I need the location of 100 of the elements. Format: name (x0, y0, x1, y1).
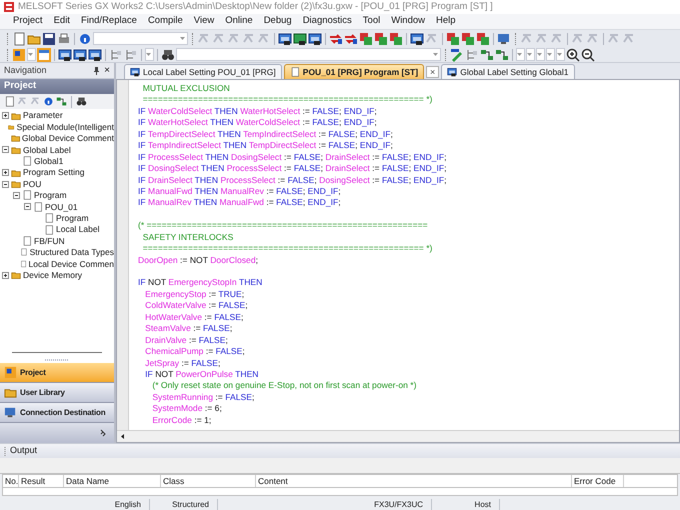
arrows-icon[interactable] (344, 32, 358, 46)
tree-item[interactable]: Global Device Comment (22, 134, 114, 143)
menu-item[interactable]: Compile (142, 14, 188, 29)
menu-item[interactable]: Help (431, 14, 461, 29)
dropdown-field[interactable] (546, 48, 555, 61)
doc-icon[interactable] (290, 67, 300, 77)
tree-item[interactable]: Special Module(Intelligent (16, 122, 114, 132)
dropdown-field[interactable] (145, 48, 154, 61)
diagram-icon[interactable] (495, 48, 509, 62)
monitor-icon[interactable] (4, 406, 17, 419)
dropdown-field[interactable] (516, 48, 525, 61)
dropdown-field[interactable] (556, 48, 565, 61)
dropdown-field[interactable] (93, 32, 188, 45)
stack-icon[interactable] (359, 32, 373, 46)
splitter-grip[interactable] (45, 359, 69, 362)
doc-icon[interactable] (12, 32, 26, 46)
column-header[interactable]: Error Code (572, 475, 624, 487)
column-header[interactable]: Result (19, 475, 64, 487)
tree-item[interactable]: Parameter (23, 111, 63, 120)
tree-item[interactable]: FB/FUN (34, 236, 65, 246)
menu-item[interactable]: Online (220, 14, 258, 29)
collapse-toggle[interactable] (2, 180, 9, 188)
stack-icon[interactable] (374, 32, 388, 46)
tree-item[interactable]: POU (23, 180, 42, 188)
zoom-in-icon[interactable] (566, 48, 580, 62)
tree-icon[interactable] (465, 48, 479, 62)
window-icon[interactable] (130, 67, 140, 77)
tree-item[interactable]: Global1 (34, 157, 64, 166)
column-header[interactable]: Data Name (64, 475, 161, 487)
window-icon[interactable] (88, 48, 102, 62)
collapse-toggle[interactable] (2, 146, 9, 154)
tree-icon[interactable] (124, 48, 138, 62)
tree-item[interactable]: Device Memory (23, 270, 82, 280)
tree-item[interactable]: Global Label (23, 146, 71, 154)
collapse-toggle[interactable] (24, 203, 31, 210)
monitor-icon[interactable] (497, 32, 511, 46)
doc-icon[interactable] (4, 96, 15, 107)
scroll-left-icon[interactable] (121, 434, 125, 439)
menu-item[interactable]: Edit (48, 14, 75, 29)
project-icon[interactable] (4, 366, 17, 379)
binoculars-icon[interactable] (76, 96, 87, 107)
menu-item[interactable]: View (188, 14, 220, 29)
menu-item[interactable]: Debug (258, 14, 297, 29)
window-icon[interactable] (447, 67, 458, 77)
info-icon[interactable] (78, 32, 92, 46)
stack-icon[interactable] (446, 32, 460, 46)
window-icon[interactable] (278, 32, 292, 46)
menu-item[interactable]: Project (8, 14, 48, 29)
caret-icon[interactable] (146, 53, 151, 56)
zoom-out-icon[interactable] (581, 48, 595, 62)
nav-button[interactable]: Connection Destination (0, 403, 114, 423)
menu-item[interactable]: Diagnostics (298, 14, 357, 29)
column-header[interactable]: No. (3, 475, 19, 487)
menu-item[interactable]: Tool (358, 14, 386, 29)
tree-item[interactable]: Local Device Commen (28, 260, 114, 268)
binoculars-icon[interactable] (161, 48, 175, 62)
tree-icon[interactable] (109, 48, 123, 62)
dropdown-field[interactable] (176, 48, 441, 61)
expand-toggle[interactable] (2, 272, 9, 279)
close-tab-button[interactable]: × (426, 66, 440, 78)
expand-toggle[interactable] (2, 169, 9, 176)
tree-item[interactable]: Local Label (56, 225, 100, 234)
nav-button[interactable]: User Library (0, 383, 114, 403)
stack-icon[interactable] (389, 32, 403, 46)
arrows-icon[interactable] (329, 32, 343, 46)
pin-icon[interactable] (93, 66, 100, 74)
save-icon[interactable] (42, 32, 56, 46)
collapse-toggle[interactable] (13, 192, 20, 199)
menu-item[interactable]: Window (386, 14, 430, 29)
dropdown-field[interactable] (526, 48, 535, 61)
editor-tab[interactable]: POU_01 [PRG] Program [ST] (284, 64, 424, 79)
nav-button[interactable]: Project (0, 363, 114, 383)
editor-tab[interactable]: Local Label Setting POU_01 [PRG] (124, 64, 282, 79)
expand-toggle[interactable] (2, 112, 9, 120)
window-icon[interactable] (73, 48, 87, 62)
window-icon[interactable] (308, 32, 322, 46)
project-icon[interactable] (12, 48, 26, 62)
dropdown-field[interactable] (27, 48, 36, 61)
stack-icon[interactable] (476, 32, 490, 46)
window-icon[interactable] (410, 32, 424, 46)
info-icon[interactable] (43, 96, 54, 107)
tree-item[interactable]: POU_01 (45, 202, 78, 212)
caret-icon[interactable] (28, 53, 33, 56)
diagram-icon[interactable] (480, 48, 494, 62)
diagram-icon[interactable] (56, 96, 67, 107)
editor-tab[interactable]: Global Label Setting Global1 (441, 64, 575, 79)
tree-item[interactable]: Program Setting (23, 168, 84, 177)
pen-icon[interactable] (450, 48, 464, 62)
dropdown-field[interactable] (536, 48, 545, 61)
caret-icon[interactable] (433, 53, 438, 56)
menu-item[interactable]: Find/Replace (76, 14, 142, 29)
window-icon[interactable] (293, 32, 307, 46)
close-button[interactable]: × (104, 66, 110, 76)
column-header[interactable]: Content (256, 475, 572, 487)
tree-item[interactable]: Structured Data Types (30, 248, 114, 257)
tree-item[interactable]: Program (56, 214, 89, 222)
chevron-icon[interactable] (100, 429, 106, 437)
window-icon[interactable] (58, 48, 72, 62)
tree-item[interactable]: Program (34, 191, 67, 200)
caret-icon[interactable] (180, 37, 185, 40)
